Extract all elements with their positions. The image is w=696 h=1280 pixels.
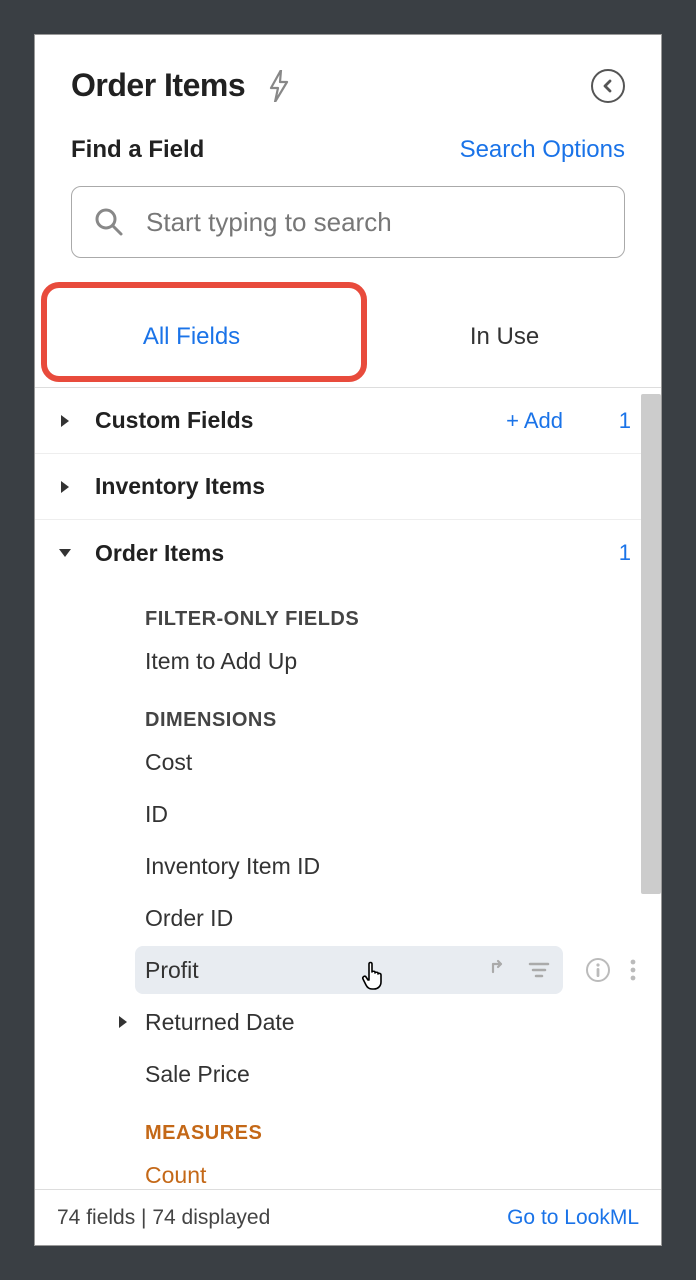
field-label: Cost: [145, 749, 192, 776]
tab-in-use[interactable]: In Use: [348, 286, 661, 387]
field-tree: Custom Fields + Add 1 Inventory Items Or…: [35, 388, 661, 1189]
field-count[interactable]: Count: [35, 1149, 661, 1189]
tab-all-fields[interactable]: All Fields: [35, 286, 348, 387]
explore-title: Order Items: [71, 67, 245, 104]
section-measures: MEASURES: [35, 1100, 661, 1149]
field-inventory-item-id[interactable]: Inventory Item ID: [35, 840, 661, 892]
group-label: Custom Fields: [95, 407, 253, 434]
more-icon[interactable]: [629, 957, 637, 983]
field-returned-date[interactable]: Returned Date: [35, 996, 661, 1048]
field-profit[interactable]: Profit: [35, 944, 661, 996]
info-icon[interactable]: [585, 957, 611, 983]
field-label: Item to Add Up: [145, 648, 297, 675]
field-label: Sale Price: [145, 1061, 250, 1088]
add-custom-field-button[interactable]: + Add: [506, 408, 563, 434]
group-count: 1: [611, 540, 631, 566]
search-icon: [94, 207, 124, 237]
search-input[interactable]: [146, 207, 602, 238]
group-label: Order Items: [95, 540, 224, 567]
field-tabs: All Fields In Use: [35, 286, 661, 388]
chevron-right-icon: [53, 414, 77, 428]
chevron-down-icon: [53, 547, 77, 559]
group-label: Inventory Items: [95, 473, 265, 500]
field-label: Count: [145, 1162, 206, 1189]
footer-bar: 74 fields | 74 displayed Go to LookML: [35, 1189, 661, 1245]
pivot-icon[interactable]: [489, 958, 513, 982]
filter-icon[interactable]: [527, 958, 551, 982]
collapse-panel-button[interactable]: [591, 69, 625, 103]
field-order-id[interactable]: Order ID: [35, 892, 661, 944]
go-to-lookml-link[interactable]: Go to LookML: [507, 1206, 639, 1230]
field-label: Order ID: [145, 905, 233, 932]
search-field-box[interactable]: [71, 186, 625, 258]
group-custom-fields[interactable]: Custom Fields + Add 1: [35, 388, 661, 454]
field-label: Returned Date: [145, 1009, 295, 1036]
field-picker-panel: Order Items Find a Field Search Options …: [34, 34, 662, 1246]
section-dimensions: DIMENSIONS: [35, 687, 661, 736]
find-field-label: Find a Field: [71, 136, 204, 164]
cursor-pointer-icon: [361, 960, 387, 990]
search-options-link[interactable]: Search Options: [460, 136, 625, 164]
section-filter-only: FILTER-ONLY FIELDS: [35, 586, 661, 635]
field-id[interactable]: ID: [35, 788, 661, 840]
field-cost[interactable]: Cost: [35, 736, 661, 788]
find-field-row: Find a Field Search Options: [35, 122, 661, 174]
field-count-status: 74 fields | 74 displayed: [57, 1206, 270, 1230]
field-item-to-add-up[interactable]: Item to Add Up: [35, 635, 661, 687]
chevron-right-icon: [115, 1016, 131, 1028]
field-sale-price[interactable]: Sale Price: [35, 1048, 661, 1100]
group-count: 1: [611, 408, 631, 434]
field-label: Profit: [145, 957, 199, 984]
bolt-icon: [267, 70, 291, 102]
field-label: ID: [145, 801, 168, 828]
chevron-right-icon: [53, 480, 77, 494]
group-inventory-items[interactable]: Inventory Items: [35, 454, 661, 520]
group-order-items[interactable]: Order Items 1: [35, 520, 661, 586]
field-label: Inventory Item ID: [145, 853, 320, 880]
panel-header: Order Items: [35, 35, 661, 122]
